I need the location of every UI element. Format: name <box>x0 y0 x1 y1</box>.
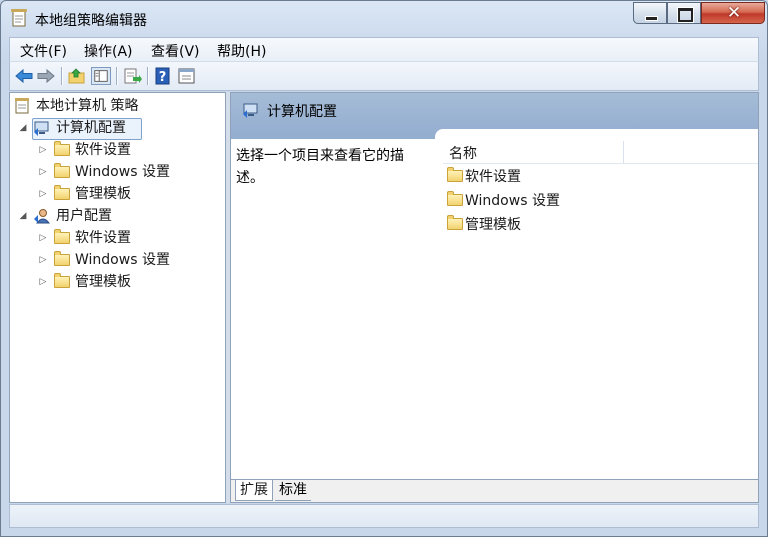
export-list-icon[interactable] <box>122 67 142 85</box>
tree-item-admin-templates[interactable]: ▷ 管理模板 <box>38 271 218 293</box>
maximize-icon <box>678 8 693 22</box>
column-divider[interactable] <box>623 141 624 163</box>
column-header-name[interactable]: 名称 <box>449 143 477 163</box>
toolbar-separator <box>147 67 149 85</box>
menu-help[interactable]: 帮助(H) <box>217 41 266 61</box>
folder-icon <box>54 163 70 178</box>
detail-pane: 计算机配置 选择一个项目来查看它的描述。 名称 软件设置 Windows 设置 … <box>230 92 759 503</box>
policy-document-icon <box>15 98 29 114</box>
tree-item-software-settings[interactable]: ▷ 软件设置 <box>38 227 218 249</box>
tree-item-label: 软件设置 <box>75 142 131 158</box>
list-item-admin-templates[interactable]: 管理模板 <box>445 213 645 237</box>
tree-item-label: 管理模板 <box>75 186 131 202</box>
toolbar: ? <box>9 61 759 91</box>
user-icon <box>34 209 50 224</box>
folder-icon <box>447 167 463 182</box>
svg-text:?: ? <box>159 70 167 85</box>
up-folder-icon[interactable] <box>67 67 87 85</box>
tree-item-label: 软件设置 <box>75 230 131 246</box>
expand-arrow-icon[interactable]: ▷ <box>38 271 48 293</box>
folder-icon <box>54 273 70 288</box>
properties-icon[interactable] <box>177 67 197 85</box>
computer-icon <box>243 103 258 118</box>
list-item-label: Windows 设置 <box>465 193 560 209</box>
minimize-button[interactable] <box>633 2 667 24</box>
expand-arrow-icon[interactable]: ▷ <box>38 161 48 183</box>
list-item-software-settings[interactable]: 软件设置 <box>445 165 645 189</box>
close-icon: ✕ <box>726 3 742 23</box>
folder-icon <box>54 229 70 244</box>
tree-item-computer-config[interactable]: ◢ 计算机配置 <box>16 117 216 140</box>
minimize-icon <box>645 16 658 21</box>
tab-extended[interactable]: 扩展 <box>235 480 273 501</box>
tree-item-label: Windows 设置 <box>75 164 170 180</box>
tree-item-label: 计算机配置 <box>56 120 126 136</box>
folder-icon <box>54 185 70 200</box>
folder-icon <box>54 141 70 156</box>
tab-standard[interactable]: 标准 <box>275 480 311 501</box>
view-tabs: 扩展 标准 <box>231 479 758 502</box>
computer-icon <box>34 121 49 136</box>
forward-arrow-icon[interactable] <box>36 67 56 85</box>
list-item-windows-settings[interactable]: Windows 设置 <box>445 189 645 213</box>
tree-item-user-config[interactable]: ◢ 用户配置 <box>16 205 216 227</box>
expand-arrow-icon[interactable]: ▷ <box>38 249 48 271</box>
menu-action[interactable]: 操作(A) <box>84 41 133 61</box>
expand-arrow-icon[interactable]: ▷ <box>38 227 48 249</box>
title-bar[interactable]: 本地组策略编辑器 ✕ <box>1 1 767 35</box>
policy-document-icon <box>11 9 27 27</box>
tree-item-windows-settings[interactable]: ▷ Windows 设置 <box>38 249 218 271</box>
menu-view[interactable]: 查看(V) <box>151 41 200 61</box>
menu-file[interactable]: 文件(F) <box>20 41 67 61</box>
tree-item-label: 本地计算机 策略 <box>36 98 139 114</box>
tree-item-root[interactable]: 本地计算机 策略 <box>14 95 214 117</box>
tree-pane[interactable]: 本地计算机 策略 ◢ 计算机配置 ▷ 软件设置 ▷ Windows 设置 ▷ 管… <box>9 92 226 503</box>
expand-arrow-icon[interactable]: ▷ <box>38 183 48 205</box>
folder-icon <box>54 251 70 266</box>
detail-header-title: 计算机配置 <box>267 104 337 120</box>
list-item-label: 软件设置 <box>465 169 521 185</box>
folder-icon <box>447 215 463 230</box>
collapse-arrow-icon[interactable]: ◢ <box>18 205 28 227</box>
tree-item-windows-settings[interactable]: ▷ Windows 设置 <box>38 161 218 183</box>
window-title: 本地组策略编辑器 <box>35 13 147 29</box>
list-item-label: 管理模板 <box>465 217 521 233</box>
collapse-arrow-icon[interactable]: ◢ <box>18 117 28 139</box>
tree-item-admin-templates[interactable]: ▷ 管理模板 <box>38 183 218 205</box>
help-icon[interactable]: ? <box>153 67 173 85</box>
description-area <box>231 139 435 479</box>
main-window: 本地组策略编辑器 ✕ 文件(F) 操作(A) 查看(V) 帮助(H) ? 本地计… <box>0 0 768 537</box>
close-button[interactable]: ✕ <box>701 2 765 24</box>
maximize-button[interactable] <box>667 2 701 24</box>
tree-item-software-settings[interactable]: ▷ 软件设置 <box>38 139 218 161</box>
status-bar <box>9 504 759 528</box>
folder-icon <box>447 191 463 206</box>
back-arrow-icon[interactable] <box>14 67 34 85</box>
toolbar-separator <box>116 67 118 85</box>
description-text: 选择一个项目来查看它的描述。 <box>236 148 404 186</box>
tree-item-label: 管理模板 <box>75 274 131 290</box>
expand-arrow-icon[interactable]: ▷ <box>38 139 48 161</box>
tree-item-label: Windows 设置 <box>75 252 170 268</box>
menu-bar: 文件(F) 操作(A) 查看(V) 帮助(H) <box>9 37 759 61</box>
column-header: 名称 <box>443 141 758 164</box>
toolbar-separator <box>61 67 63 85</box>
tree-item-label: 用户配置 <box>56 208 112 224</box>
show-hide-tree-icon[interactable] <box>91 67 111 85</box>
